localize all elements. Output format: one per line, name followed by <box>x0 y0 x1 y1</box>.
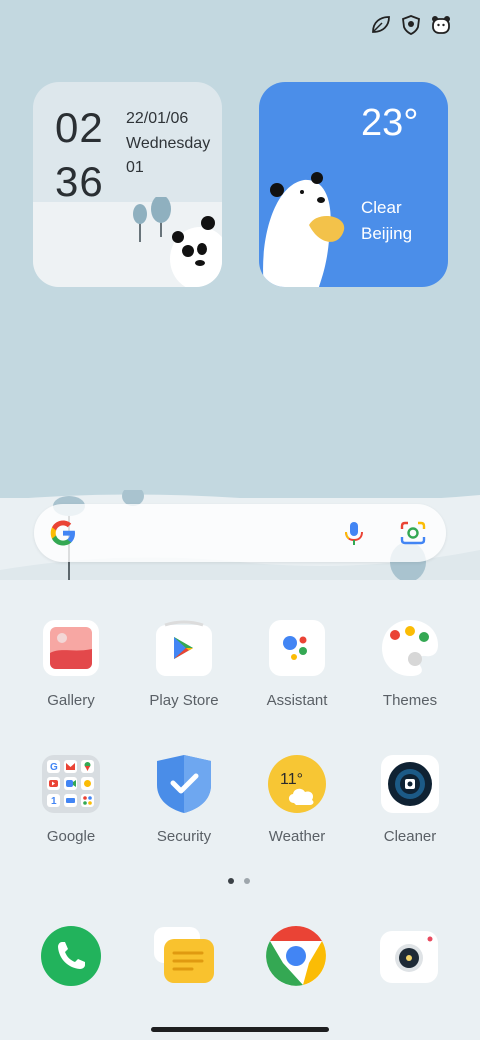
chrome-icon[interactable] <box>265 925 327 987</box>
dock-messages[interactable] <box>152 925 214 987</box>
dock-chrome[interactable] <box>265 925 327 987</box>
polar-bear-illustration <box>263 172 345 287</box>
svg-text:G: G <box>50 762 58 773</box>
weather-icon[interactable]: 11° <box>268 755 326 813</box>
clock-weekday: Wednesday <box>126 135 211 152</box>
app-weather[interactable]: 11° Weather <box>242 755 352 845</box>
dock-camera[interactable] <box>378 925 440 987</box>
app-label: Play Store <box>149 692 219 709</box>
microphone-icon[interactable] <box>340 519 368 547</box>
weather-city: Beijing <box>361 224 413 243</box>
app-label: Gallery <box>47 692 95 709</box>
bear-icon <box>430 14 452 36</box>
camera-icon[interactable] <box>378 925 440 987</box>
google-search-bar[interactable] <box>34 504 446 562</box>
app-label: Cleaner <box>383 828 437 845</box>
app-label: Weather <box>268 828 326 845</box>
status-bar <box>370 14 452 36</box>
page-dot-active[interactable] <box>228 878 234 884</box>
weather-widget[interactable]: 23° Clear Beijing <box>259 82 448 287</box>
lens-camera-icon[interactable] <box>398 519 428 547</box>
leaf-icon <box>370 14 392 36</box>
page-indicator[interactable] <box>228 878 250 884</box>
app-google-folder[interactable]: G 1 Google <box>16 755 126 845</box>
google-folder-icon[interactable]: G 1 <box>42 755 100 813</box>
app-security[interactable]: Security <box>129 755 239 845</box>
clock-widget[interactable]: 02 36 22/01/06 Wednesday 01 <box>33 82 222 287</box>
clock-extra: 01 <box>126 159 144 176</box>
app-label: Themes <box>382 692 438 709</box>
dock-phone[interactable] <box>40 925 102 987</box>
weather-condition: Clear <box>361 198 402 217</box>
weather-app-temp: 11° <box>280 771 303 788</box>
polar-bear-illustration <box>133 197 222 287</box>
gallery-icon[interactable] <box>42 619 100 677</box>
cleaner-icon[interactable] <box>381 755 439 813</box>
svg-text:1: 1 <box>51 796 57 807</box>
assistant-icon[interactable] <box>268 619 326 677</box>
page-dot[interactable] <box>244 878 250 884</box>
weather-temperature: 23° <box>361 102 419 144</box>
app-assistant[interactable]: Assistant <box>242 619 352 709</box>
app-cleaner[interactable]: Cleaner <box>355 755 465 845</box>
app-label: Assistant <box>266 692 328 709</box>
security-shield-icon[interactable] <box>155 755 213 813</box>
google-g-icon[interactable] <box>48 518 78 548</box>
shield-icon <box>400 14 422 36</box>
clock-minutes: 36 <box>55 158 104 205</box>
app-themes[interactable]: Themes <box>355 619 465 709</box>
gesture-nav-bar[interactable] <box>151 1027 329 1032</box>
clock-date: 22/01/06 <box>126 110 189 127</box>
app-label: Security <box>156 828 212 845</box>
app-play-store[interactable]: Play Store <box>129 619 239 709</box>
app-label: Google <box>46 828 96 845</box>
messages-icon[interactable] <box>152 925 216 987</box>
app-gallery[interactable]: Gallery <box>16 619 126 709</box>
clock-hours: 02 <box>55 104 104 151</box>
themes-palette-icon[interactable] <box>381 619 439 677</box>
play-store-icon[interactable] <box>155 619 213 677</box>
phone-icon[interactable] <box>40 925 102 987</box>
